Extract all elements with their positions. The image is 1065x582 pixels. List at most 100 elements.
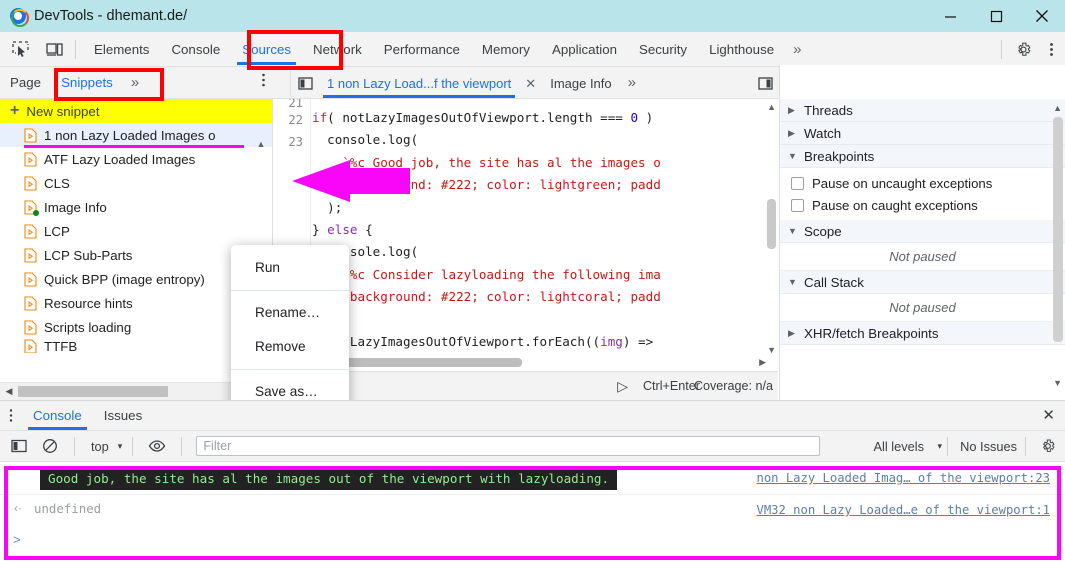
devtools-tabbar: Elements Console Sources Network Perform… — [0, 32, 1065, 67]
maximize-button[interactable] — [973, 0, 1019, 32]
navigator-scroll-up-arrow[interactable]: ▲ — [254, 139, 268, 149]
log-levels-label[interactable]: All levels — [868, 439, 931, 454]
snippet-label: 1 non Lazy Loaded Images o — [44, 127, 216, 143]
snippet-label: Resource hints — [44, 295, 133, 311]
snippet-file-icon — [24, 247, 37, 263]
drawer-tab-issues[interactable]: Issues — [93, 401, 153, 431]
snippet-item-1[interactable]: ATF Lazy Loaded Images — [0, 147, 272, 171]
checkbox-unchecked-icon[interactable] — [791, 198, 804, 212]
snippet-item-4[interactable]: LCP — [0, 219, 272, 243]
tab-memory[interactable]: Memory — [471, 32, 541, 67]
console-prompt-row[interactable]: > — [0, 527, 1065, 555]
snippet-file-icon — [24, 151, 37, 167]
console-sidebar-icon[interactable] — [5, 432, 33, 460]
context-menu-remove[interactable]: Remove — [231, 330, 349, 364]
debugger-scroll-down-arrow[interactable]: ▼ — [1053, 378, 1062, 388]
tab-application[interactable]: Application — [541, 32, 628, 67]
tab-lighthouse[interactable]: Lighthouse — [698, 32, 785, 67]
snippet-label: CLS — [44, 175, 70, 191]
snippet-file-icon — [24, 295, 37, 311]
editor-scroll-down-arrow[interactable]: ▼ — [767, 345, 776, 355]
snippet-item-2[interactable]: CLS — [0, 171, 272, 195]
console-output[interactable]: Good job, the site has al the images out… — [0, 463, 1065, 582]
debugger-scroll-up-arrow[interactable]: ▲ — [1053, 103, 1062, 113]
tab-performance[interactable]: Performance — [373, 32, 471, 67]
editor-scroll-right-arrow[interactable]: ▶ — [759, 357, 766, 368]
section-watch[interactable]: ▶ Watch — [780, 122, 1065, 145]
scrollbar-thumb[interactable] — [18, 386, 168, 397]
gear-icon[interactable] — [1009, 36, 1037, 64]
scroll-left-arrow[interactable]: ◀ — [0, 386, 18, 397]
execution-context-label[interactable]: top — [85, 439, 115, 454]
tab-console[interactable]: Console — [160, 32, 231, 67]
nav-tab-snippets[interactable]: Snippets — [51, 67, 123, 99]
pause-caught-exceptions-row[interactable]: Pause on caught exceptions — [780, 194, 1065, 216]
new-snippet-button[interactable]: + New snippet — [0, 99, 272, 123]
inspect-element-icon[interactable] — [6, 35, 34, 63]
snippet-item-0[interactable]: 1 non Lazy Loaded Images o — [0, 123, 272, 148]
editor-horizontal-scrollbar-thumb[interactable] — [322, 358, 522, 367]
section-threads[interactable]: ▶ Threads — [780, 99, 1065, 122]
section-label: Threads — [804, 102, 853, 118]
drawer-tab-console[interactable]: Console — [22, 401, 93, 431]
callstack-state: Not paused — [780, 294, 1065, 322]
tab-elements[interactable]: Elements — [83, 32, 160, 67]
context-menu-run[interactable]: Run — [231, 251, 349, 285]
tab-security[interactable]: Security — [628, 32, 698, 67]
checkbox-unchecked-icon[interactable] — [791, 176, 804, 190]
console-message-row[interactable]: Good job, the site has al the images out… — [0, 463, 1065, 495]
snippet-label: Quick BPP (image entropy) — [44, 271, 205, 287]
snippet-item-3[interactable]: Image Info — [0, 195, 272, 219]
debugger-scrollbar-thumb[interactable] — [1053, 117, 1063, 342]
tab-sources[interactable]: Sources — [231, 32, 302, 67]
debugger-sidebar: ▶ Threads ▶ Watch ▼ Breakpoints Pause on… — [779, 65, 1065, 400]
drawer-close-icon[interactable]: ✕ — [1042, 401, 1055, 431]
toolbar-divider — [75, 39, 76, 59]
snippet-file-icon — [24, 223, 37, 239]
navigator-kebab-icon[interactable] — [256, 72, 271, 93]
minimize-button[interactable] — [927, 0, 973, 32]
tab-network[interactable]: Network — [302, 32, 373, 67]
drawer-kebab-icon[interactable] — [0, 408, 22, 423]
console-result-row[interactable]: ‹· undefined VM32 non Lazy Loaded…e of t… — [0, 495, 1065, 527]
chevron-down-icon: ▼ — [788, 277, 797, 287]
context-menu-rename[interactable]: Rename… — [231, 296, 349, 330]
editor-scroll-up-arrow[interactable]: ▲ — [767, 102, 776, 112]
section-scope[interactable]: ▼ Scope — [780, 220, 1065, 243]
bp-option-label: Pause on uncaught exceptions — [812, 175, 993, 191]
editor-vertical-scrollbar-thumb[interactable] — [767, 199, 776, 249]
issues-count-label[interactable]: No Issues — [954, 439, 1023, 454]
main-region: + New snippet 1 non Lazy Loaded Images o… — [0, 65, 1065, 444]
section-call-stack[interactable]: ▼ Call Stack — [780, 271, 1065, 294]
snippet-label: TTFB — [44, 339, 78, 353]
clear-console-icon[interactable] — [36, 432, 64, 460]
run-snippet-icon[interactable]: ▷ — [617, 378, 628, 395]
chevron-right-icon: ▶ — [788, 127, 795, 138]
chrome-devtools-icon — [10, 8, 29, 27]
nav-tab-page[interactable]: Page — [0, 67, 51, 99]
code-view[interactable]: 21 22 23 if( notLazyImagesOutOfViewport.… — [274, 99, 778, 369]
live-expression-icon[interactable] — [143, 432, 171, 460]
gear-icon[interactable] — [1034, 432, 1062, 460]
code-editor: 21 22 23 if( notLazyImagesOutOfViewport.… — [274, 68, 778, 400]
console-source-link[interactable]: VM32 non Lazy Loaded…e of the viewport:1 — [757, 503, 1051, 517]
tabbar-right-group — [994, 32, 1065, 67]
new-snippet-label: New snippet — [26, 103, 100, 119]
more-tabs-icon[interactable]: » — [785, 32, 809, 67]
levels-caret-icon[interactable]: ▾ — [937, 441, 942, 452]
context-caret-icon[interactable]: ▾ — [118, 441, 123, 452]
context-menu-divider — [231, 290, 349, 291]
console-source-link[interactable]: non Lazy Loaded Imag… of the viewport:23 — [757, 471, 1051, 485]
nav-more-icon[interactable]: » — [123, 67, 147, 99]
device-toolbar-icon[interactable] — [40, 35, 68, 63]
toolbar-divider-2 — [1001, 40, 1002, 59]
section-xhr-breakpoints[interactable]: ▶ XHR/fetch Breakpoints — [780, 322, 1065, 345]
code-content[interactable]: if( notLazyImagesOutOfViewport.length ==… — [312, 107, 661, 369]
filter-input[interactable]: Filter — [196, 436, 821, 456]
kebab-menu-icon[interactable] — [1037, 36, 1065, 64]
close-button[interactable] — [1019, 0, 1065, 32]
section-breakpoints[interactable]: ▼ Breakpoints — [780, 145, 1065, 168]
pause-uncaught-exceptions-row[interactable]: Pause on uncaught exceptions — [780, 172, 1065, 194]
snippet-file-icon — [24, 339, 37, 353]
section-label: XHR/fetch Breakpoints — [804, 325, 939, 341]
